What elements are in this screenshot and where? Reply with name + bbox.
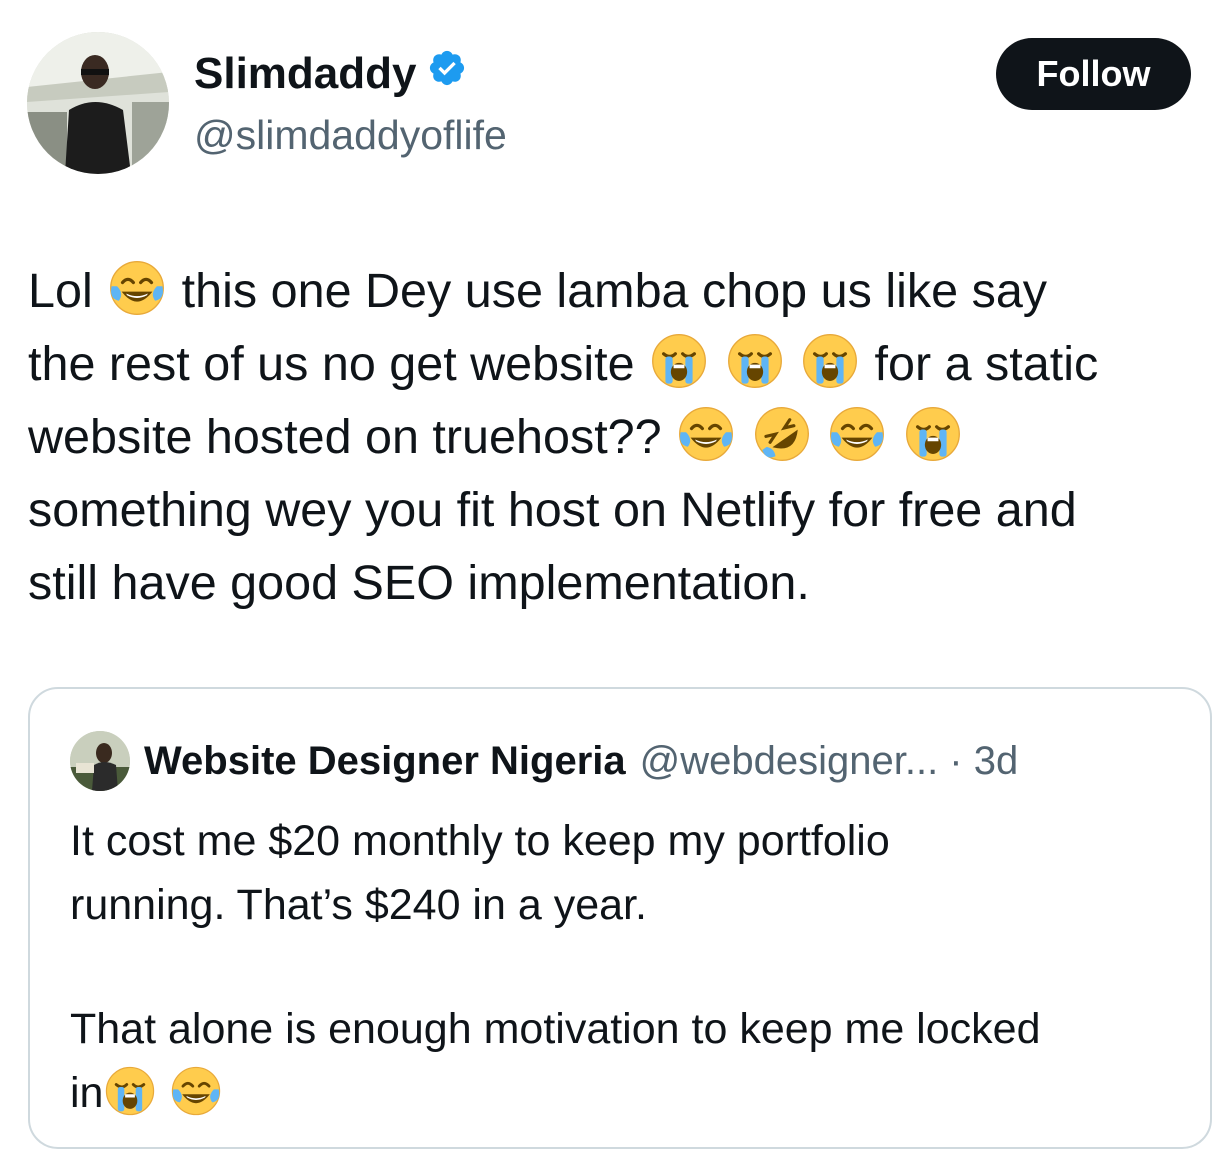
quoted-text-line: That alone is enough motivation to keep …	[70, 1005, 1041, 1053]
tweet-text-segment	[813, 410, 826, 464]
quoted-tweet-card[interactable]: Website Designer Nigeria @webdesigner...…	[28, 687, 1212, 1149]
tweet-text-segment: the rest of us no get website	[28, 337, 649, 391]
tweet-text-segment: website hosted on truehost??	[28, 410, 676, 464]
face-with-tears-of-joy-icon	[110, 261, 165, 315]
tweet-text-segment: still have good SEO implementation.	[28, 556, 810, 610]
quoted-author-handle-time: @webdesigner... · 3d	[639, 738, 1019, 783]
tweet-text-segment	[786, 337, 799, 391]
quoted-text-line-last: in	[70, 1061, 1040, 1125]
tweet-text-segment	[710, 337, 723, 391]
follow-button[interactable]: Follow	[996, 38, 1191, 110]
quoted-text-in: in	[70, 1069, 104, 1117]
loudly-crying-face-icon	[905, 407, 960, 461]
rolling-on-floor-laughing-icon	[754, 407, 809, 461]
loudly-crying-face-icon	[803, 334, 858, 388]
quoted-tweet-text: It cost me $20 monthly to keep my portfo…	[70, 809, 1040, 1125]
quoted-text-line: It cost me $20 monthly to keep my portfo…	[70, 817, 890, 865]
face-with-tears-of-joy-icon	[172, 1066, 221, 1116]
quoted-author-name: Website Designer Nigeria	[144, 738, 626, 783]
tweet-text-line: something wey you fit host on Netlify fo…	[28, 474, 1223, 547]
tweet-text-segment	[888, 410, 901, 464]
quoted-text-line: running. That’s $240 in a year.	[70, 881, 647, 929]
loudly-crying-face-icon	[652, 334, 707, 388]
tweet-text-line: the rest of us no get website for a stat…	[28, 328, 1223, 401]
tweet-text-line: website hosted on truehost??	[28, 401, 1223, 474]
author-handle[interactable]: @slimdaddyoflife	[194, 110, 507, 160]
tweet-text: Lol this one Dey use lamba chop us like …	[28, 255, 1223, 620]
quoted-author-avatar	[70, 731, 130, 791]
tweet-text-segment	[737, 410, 750, 464]
tweet-text-segment: something wey you fit host on Netlify fo…	[28, 483, 1077, 537]
author-name-row[interactable]: Slimdaddy	[194, 48, 467, 100]
loudly-crying-face-icon	[727, 334, 782, 388]
face-with-tears-of-joy-icon	[830, 407, 885, 461]
tweet-text-segment: for a static	[861, 337, 1099, 391]
verified-badge-icon	[427, 48, 467, 100]
quoted-tweet-header: Website Designer Nigeria @webdesigner...…	[70, 731, 1018, 791]
tweet-text-segment: this one Dey use lamba chop us like say	[168, 264, 1048, 318]
loudly-crying-face-icon	[106, 1066, 155, 1116]
author-avatar[interactable]	[27, 32, 169, 174]
author-name[interactable]: Slimdaddy	[194, 48, 417, 100]
tweet-text-line: Lol this one Dey use lamba chop us like …	[28, 255, 1223, 328]
tweet-text-line: still have good SEO implementation.	[28, 547, 1223, 620]
face-with-tears-of-joy-icon	[679, 407, 734, 461]
tweet-text-segment: Lol	[28, 264, 107, 318]
